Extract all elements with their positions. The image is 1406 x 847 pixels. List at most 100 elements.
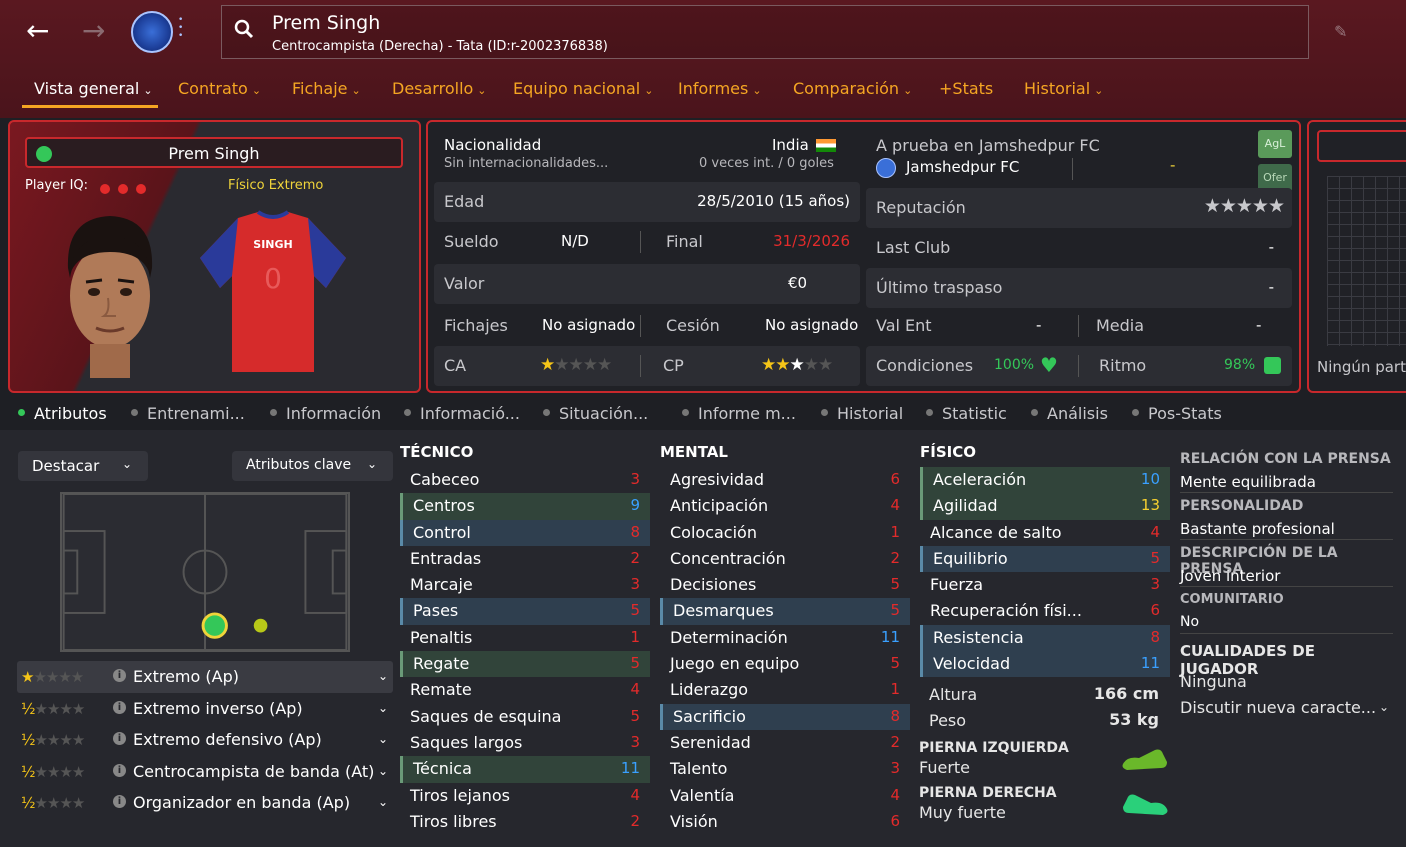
weight-row: Peso 53 kg — [929, 710, 1159, 730]
tab-equipo-nacional[interactable]: Equipo nacional ⌄ — [513, 79, 653, 98]
left-foot-row: PIERNA IZQUIERDA Fuerte — [919, 740, 1169, 784]
personality-label: PERSONALIDAD — [1180, 498, 1304, 514]
mental-attributes: MENTAL Agresividad 6 Anticipación 4 Coloca… — [660, 443, 910, 835]
attribute-row: Control 8 — [400, 519, 650, 546]
role-row[interactable]: ½★★★★ i Organizador en banda (Ap) ⌄ — [17, 787, 393, 819]
age-row: Edad 28/5/2010 (15 años) — [434, 182, 860, 222]
press-label: RELACIÓN CON LA PRENSA — [1180, 451, 1391, 467]
attribute-row: Saques largos 3 — [410, 732, 640, 752]
shirt-name: SINGH — [253, 238, 292, 251]
crest-menu-icon[interactable]: • • • — [178, 16, 188, 41]
attribute-row: Decisiones 5 — [670, 575, 900, 595]
back-icon[interactable]: ← — [26, 16, 49, 46]
subtab-historial[interactable]: Historial — [821, 404, 903, 423]
condition-row: Condiciones 100% ♥ Ritmo 98% — [866, 346, 1292, 386]
player-subtitle: Centrocampista (Derecha) - Tata (ID:r-20… — [272, 39, 608, 54]
chevron-down-icon: ⌄ — [1094, 84, 1104, 97]
sub-tabs: Atributos Entrenami... Información Infor… — [0, 400, 1406, 430]
traits-label: CUALIDADES DE JUGADOR — [1180, 642, 1315, 678]
info-icon: i — [113, 732, 126, 746]
tab-vista-general[interactable]: Vista general ⌄ — [34, 79, 153, 98]
last-club-row: Last Club - — [876, 238, 1274, 257]
highlight-dropdown[interactable]: Destacar ⌄ — [18, 451, 148, 481]
forward-icon[interactable]: → — [82, 16, 105, 46]
transfer-row: Fichajes No asignado Cesión No asignado — [444, 315, 859, 337]
player-search-box[interactable]: Prem Singh Centrocampista (Derecha) - Ta… — [221, 5, 1309, 59]
card-player-name: Prem Singh — [168, 144, 260, 163]
subtab-informacion[interactable]: Información — [270, 404, 381, 423]
tab-fichaje[interactable]: Fichaje ⌄ — [292, 79, 361, 98]
club-row: A prueba en Jamshedpur FC Jamshedpur FC … — [866, 128, 1292, 180]
attribute-row: Entradas 2 — [410, 548, 640, 568]
top-bar: ← → • • • Prem Singh Centrocampista (Derec… — [0, 0, 1406, 118]
subtab-analisis[interactable]: Análisis — [1031, 404, 1108, 423]
subtab-atributos[interactable]: Atributos — [18, 404, 107, 423]
attribute-row: Velocidad 11 — [920, 651, 1170, 678]
position-pitch — [60, 492, 350, 652]
attribute-row: Alcance de salto 4 — [930, 522, 1160, 542]
subtab-statistic[interactable]: Statistic — [926, 404, 1007, 423]
subtab-situacion[interactable]: Situación... — [543, 404, 648, 423]
chevron-down-icon: ⌄ — [121, 457, 132, 471]
attribute-row: Valentía 4 — [670, 785, 900, 805]
attribute-row: Fuerza 3 — [930, 575, 1160, 595]
attribute-row: Aceleración 10 — [920, 467, 1170, 494]
agl-badge[interactable]: AgL — [1258, 130, 1292, 158]
tab-stats[interactable]: +Stats — [939, 79, 993, 98]
attribute-row: Resistencia 8 — [920, 624, 1170, 652]
height-row: Altura 166 cm — [929, 684, 1159, 704]
player-name-box[interactable]: Prem Singh — [25, 137, 403, 168]
reputation-row: Reputación ★★★★★ — [866, 188, 1292, 228]
player-iq-label: Player IQ: — [25, 178, 89, 193]
shirt-number: 0 — [264, 262, 282, 295]
attribute-row: Marcaje 3 — [410, 575, 640, 595]
attribute-row: Tiros libres 2 — [410, 811, 640, 831]
subtab-entrenamiento[interactable]: Entrenami... — [131, 404, 245, 423]
discuss-trait-button[interactable]: Discutir nueva caracte... ⌄ — [1180, 698, 1393, 724]
role-row[interactable]: ½★★★★ i Extremo defensivo (Ap) ⌄ — [17, 724, 393, 756]
tab-informes[interactable]: Informes ⌄ — [678, 79, 762, 98]
personality-column: RELACIÓN CON LA PRENSA Mente equilibrada… — [1180, 449, 1393, 724]
tab-desarrollo[interactable]: Desarrollo ⌄ — [392, 79, 487, 98]
tab-historial[interactable]: Historial ⌄ — [1024, 79, 1103, 98]
role-row[interactable]: ½★★★★ i Centrocampista de banda (At) ⌄ — [17, 756, 393, 788]
salary-row: Sueldo N/D Final 31/3/2026 — [444, 231, 850, 253]
key-attributes-dropdown[interactable]: Atributos clave ⌄ — [232, 451, 393, 481]
attribute-row: Serenidad 2 — [670, 732, 900, 752]
info-icon: i — [113, 669, 126, 682]
subtab-informe-medico[interactable]: Informe m... — [682, 404, 796, 423]
search-icon — [234, 19, 254, 39]
physical-title: FÍSICO — [920, 443, 976, 461]
role-row[interactable]: ½★★★★ i Extremo inverso (Ap) ⌄ — [17, 693, 393, 725]
subtab-informacion-2[interactable]: Informació... — [404, 404, 520, 423]
value-row: Valor €0 — [434, 264, 860, 304]
tab-contrato[interactable]: Contrato ⌄ — [178, 79, 261, 98]
traits-value: Ninguna — [1180, 672, 1247, 691]
edit-icon[interactable]: ✎ — [1334, 22, 1347, 41]
tab-comparacion[interactable]: Comparación ⌄ — [793, 79, 912, 98]
sharpness-icon — [1264, 357, 1281, 374]
player-card: Prem Singh Player IQ: Físico Extremo SIN… — [8, 120, 421, 393]
club-crest-icon[interactable] — [131, 11, 173, 53]
subtab-pos-stats[interactable]: Pos-Stats — [1132, 404, 1222, 423]
chevron-down-icon: ⌄ — [752, 84, 762, 97]
community-value: No — [1180, 612, 1393, 634]
chevron-down-icon: ⌄ — [377, 700, 388, 715]
attribute-row: Visión 6 — [670, 811, 900, 831]
chevron-down-icon: ⌄ — [351, 84, 361, 97]
chevron-down-icon: ⌄ — [366, 457, 377, 471]
technical-attributes: TÉCNICO Cabeceo 3 Centros 9 Control 8 Entra… — [400, 443, 650, 835]
attribute-row: Agilidad 13 — [920, 493, 1170, 520]
value-average-row: Val Ent - Media - — [876, 315, 1262, 337]
nationality-row: Nacionalidad Sin internacionalidades... … — [434, 128, 860, 171]
chevron-down-icon: ⌄ — [644, 84, 654, 97]
ca-stars: ★★★★★ — [540, 355, 612, 375]
side-header-box[interactable] — [1317, 130, 1406, 162]
info-icon: i — [113, 795, 126, 809]
attribute-row: Liderazgo 1 — [670, 680, 900, 700]
info-icon: i — [113, 763, 126, 777]
role-row[interactable]: ★★★★★ i Extremo (Ap) ⌄ — [17, 661, 393, 693]
attribute-row: Saques de esquina 5 — [410, 706, 640, 726]
attribute-row: Cabeceo 3 — [410, 470, 640, 489]
attribute-row: Talento 3 — [670, 759, 900, 779]
